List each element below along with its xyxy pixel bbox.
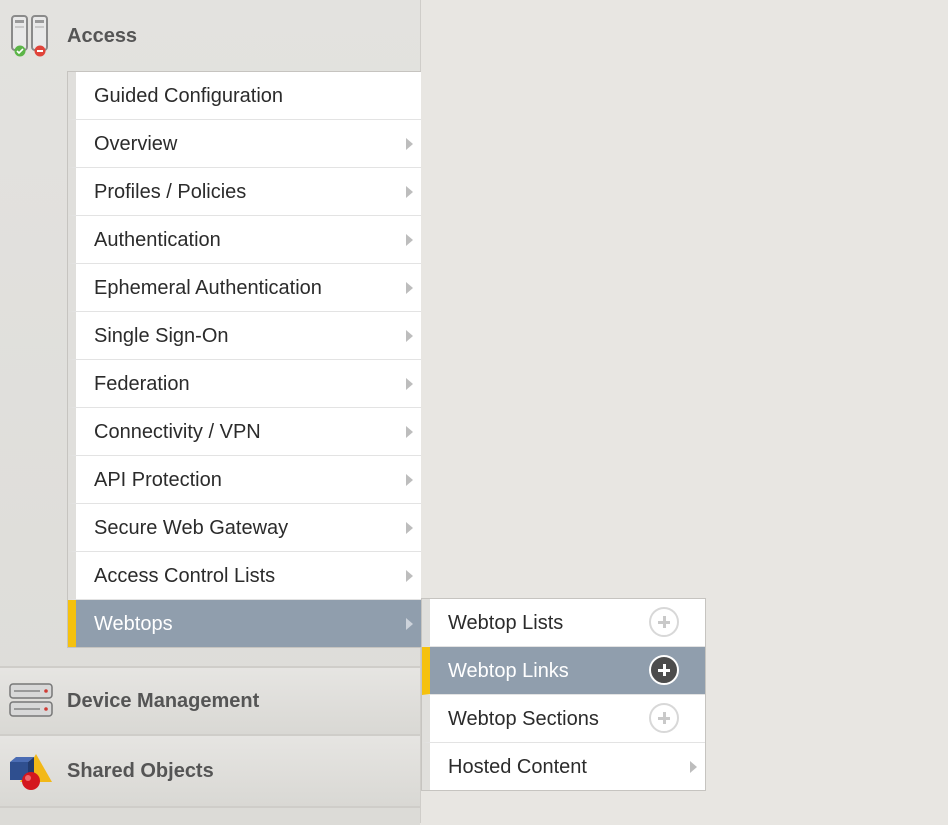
submenu-item-label: Webtop Links xyxy=(448,660,569,682)
menu-item-label: Ephemeral Authentication xyxy=(94,277,322,299)
menu-item-label: Overview xyxy=(94,133,178,155)
nav-section-more[interactable] xyxy=(0,806,420,825)
nav-section-label: Shared Objects xyxy=(67,759,214,782)
chevron-right-icon xyxy=(406,426,413,438)
server-icon xyxy=(8,678,54,724)
create-new-plus-icon[interactable] xyxy=(649,607,679,637)
menu-item-label: Single Sign-On xyxy=(94,325,229,347)
menu-item-ephemeral-authentication[interactable]: Ephemeral Authentication xyxy=(68,264,421,312)
access-icon xyxy=(8,13,54,59)
submenu-item-webtop-sections[interactable]: Webtop Sections xyxy=(422,695,705,743)
create-new-plus-icon[interactable] xyxy=(649,703,679,733)
submenu-item-label: Hosted Content xyxy=(448,756,587,778)
menu-item-secure-web-gateway[interactable]: Secure Web Gateway xyxy=(68,504,421,552)
nav-section-device-management[interactable]: Device Management xyxy=(0,666,420,734)
chevron-right-icon xyxy=(406,138,413,150)
chevron-right-icon xyxy=(406,186,413,198)
submenu-item-webtop-lists[interactable]: Webtop Lists xyxy=(422,599,705,647)
access-submenu: Guided Configuration Overview Profiles /… xyxy=(67,71,421,648)
menu-item-overview[interactable]: Overview xyxy=(68,120,421,168)
chevron-right-icon xyxy=(406,618,413,630)
menu-item-access-control-lists[interactable]: Access Control Lists xyxy=(68,552,421,600)
chevron-right-icon xyxy=(406,378,413,390)
menu-item-label: Connectivity / VPN xyxy=(94,421,261,443)
submenu-item-label: Webtop Lists xyxy=(448,612,564,634)
nav-section-label: Access xyxy=(67,24,138,47)
menu-item-label: Federation xyxy=(94,373,190,395)
nav-section-label: Device Management xyxy=(67,689,260,712)
menu-item-label: Webtops xyxy=(94,613,173,635)
menu-item-webtops[interactable]: Webtops xyxy=(68,600,421,647)
chevron-right-icon xyxy=(406,282,413,294)
submenu-item-hosted-content[interactable]: Hosted Content xyxy=(422,743,705,790)
menu-item-label: Access Control Lists xyxy=(94,565,276,587)
menu-item-label: Authentication xyxy=(94,229,221,251)
menu-item-connectivity-vpn[interactable]: Connectivity / VPN xyxy=(68,408,421,456)
menu-item-label: Profiles / Policies xyxy=(94,181,247,203)
chevron-right-icon xyxy=(406,522,413,534)
menu-item-label: Secure Web Gateway xyxy=(94,517,289,539)
menu-item-single-sign-on[interactable]: Single Sign-On xyxy=(68,312,421,360)
chevron-right-icon xyxy=(406,474,413,486)
chevron-right-icon xyxy=(406,330,413,342)
menu-item-profiles-policies[interactable]: Profiles / Policies xyxy=(68,168,421,216)
menu-item-api-protection[interactable]: API Protection xyxy=(68,456,421,504)
menu-item-label: API Protection xyxy=(94,469,222,491)
menu-item-authentication[interactable]: Authentication xyxy=(68,216,421,264)
webtops-submenu: Webtop Lists Webtop Links Webtop Section… xyxy=(421,598,706,791)
chevron-right-icon xyxy=(690,761,697,773)
nav-section-shared-objects[interactable]: Shared Objects xyxy=(0,734,420,806)
menu-item-label: Guided Configuration xyxy=(94,85,284,107)
menu-item-guided-configuration[interactable]: Guided Configuration xyxy=(68,72,421,120)
submenu-item-label: Webtop Sections xyxy=(448,708,599,730)
shapes-icon xyxy=(8,748,54,794)
create-new-plus-icon[interactable] xyxy=(649,655,679,685)
submenu-item-webtop-links[interactable]: Webtop Links xyxy=(422,647,705,695)
nav-section-access[interactable]: Access xyxy=(0,2,420,70)
chevron-right-icon xyxy=(406,570,413,582)
chevron-right-icon xyxy=(406,234,413,246)
menu-item-federation[interactable]: Federation xyxy=(68,360,421,408)
